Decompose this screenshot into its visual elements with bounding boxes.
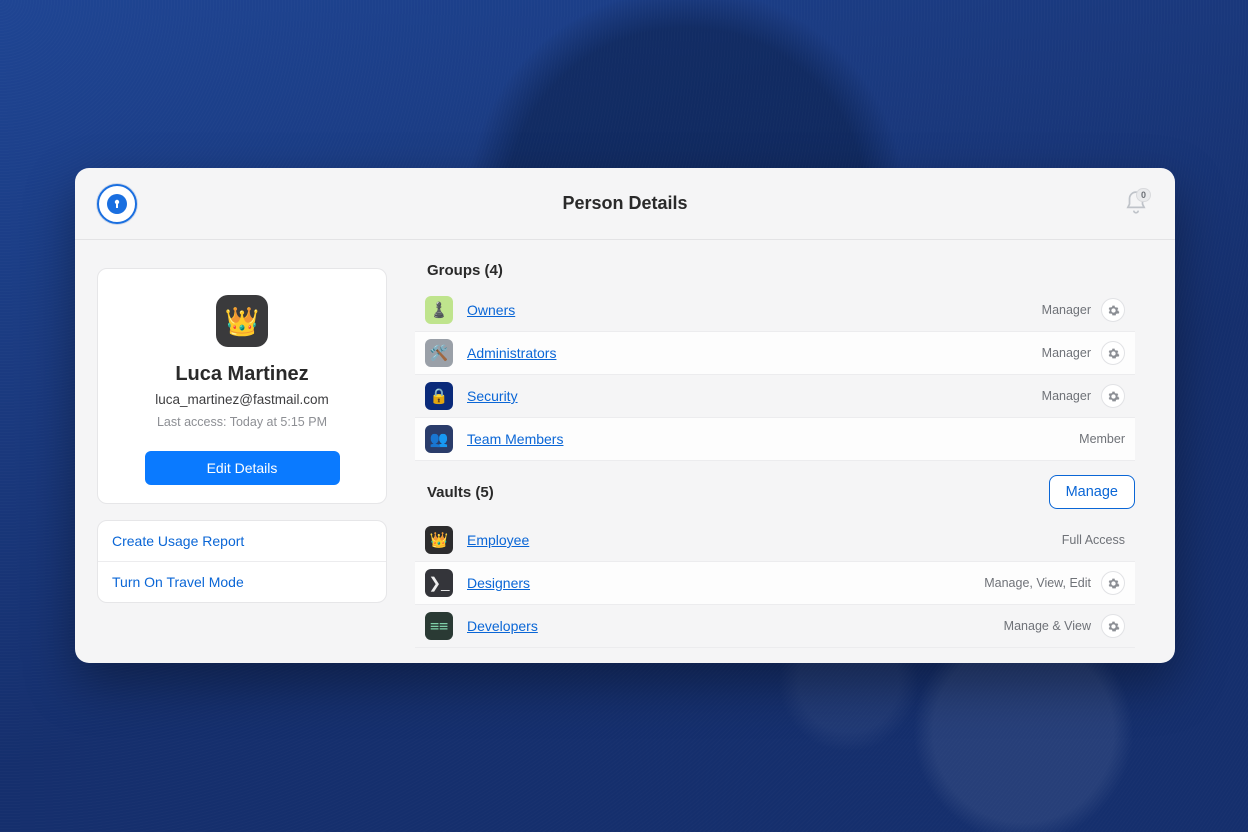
gear-icon[interactable] (1101, 341, 1125, 365)
vault-row-designers: ❯_ Designers Manage, View, Edit (415, 562, 1135, 605)
group-link-security[interactable]: Security (467, 388, 518, 404)
group-role: Manager (1042, 389, 1091, 403)
create-usage-report-link[interactable]: Create Usage Report (98, 521, 386, 561)
group-role: Manager (1042, 346, 1091, 360)
group-link-administrators[interactable]: Administrators (467, 345, 556, 361)
vault-link-developers[interactable]: Developers (467, 618, 538, 634)
groups-list: ♟️ Owners Manager 🛠️ Administrators Mana… (415, 289, 1135, 461)
vaults-list: 👑 Employee Full Access ❯_ Designers Mana… (415, 519, 1135, 648)
gear-icon[interactable] (1101, 614, 1125, 638)
group-row-administrators: 🛠️ Administrators Manager (415, 332, 1135, 375)
vaults-heading: Vaults (5) (427, 484, 494, 501)
page-title: Person Details (562, 193, 687, 214)
titlebar: Person Details 0 (75, 168, 1175, 240)
group-role: Member (1079, 432, 1125, 446)
tools-icon: 🛠️ (425, 339, 453, 367)
vault-role: Manage & View (1004, 619, 1091, 633)
code-icon: ≡≡ (425, 612, 453, 640)
crown-icon: 👑 (225, 305, 260, 338)
turn-on-travel-mode-link[interactable]: Turn On Travel Mode (98, 561, 386, 602)
lock-icon: 🔒 (425, 382, 453, 410)
gear-icon[interactable] (1101, 298, 1125, 322)
group-row-owners: ♟️ Owners Manager (415, 289, 1135, 332)
crown-icon: 👑 (425, 526, 453, 554)
vault-row-developers: ≡≡ Developers Manage & View (415, 605, 1135, 648)
notification-count: 0 (1136, 188, 1151, 202)
person-email: luca_martinez@fastmail.com (112, 392, 372, 407)
people-icon: 👥 (425, 425, 453, 453)
groups-heading: Groups (4) (427, 262, 503, 279)
manage-vaults-button[interactable]: Manage (1049, 475, 1135, 509)
chess-icon: ♟️ (425, 296, 453, 324)
vault-role: Full Access (1062, 533, 1125, 547)
vault-row-employee: 👑 Employee Full Access (415, 519, 1135, 562)
gear-icon[interactable] (1101, 384, 1125, 408)
person-name: Luca Martinez (112, 363, 372, 386)
vault-link-designers[interactable]: Designers (467, 575, 530, 591)
group-role: Manager (1042, 303, 1091, 317)
vault-role: Manage, View, Edit (984, 576, 1091, 590)
person-last-access: Last access: Today at 5:15 PM (112, 415, 372, 429)
app-logo (97, 184, 137, 224)
group-row-team-members: 👥 Team Members Member (415, 418, 1135, 461)
avatar: 👑 (216, 295, 268, 347)
edit-details-button[interactable]: Edit Details (145, 451, 340, 485)
app-window: Person Details 0 👑 Luca Martinez luca_ma… (75, 168, 1175, 663)
vault-link-employee[interactable]: Employee (467, 532, 529, 548)
gear-icon[interactable] (1101, 571, 1125, 595)
group-link-team-members[interactable]: Team Members (467, 431, 563, 447)
terminal-icon: ❯_ (425, 569, 453, 597)
keyhole-icon (107, 194, 127, 214)
notification-bell[interactable]: 0 (1123, 190, 1149, 216)
action-list: Create Usage Report Turn On Travel Mode (97, 520, 387, 603)
person-card: 👑 Luca Martinez luca_martinez@fastmail.c… (97, 268, 387, 504)
group-link-owners[interactable]: Owners (467, 302, 515, 318)
group-row-security: 🔒 Security Manager (415, 375, 1135, 418)
